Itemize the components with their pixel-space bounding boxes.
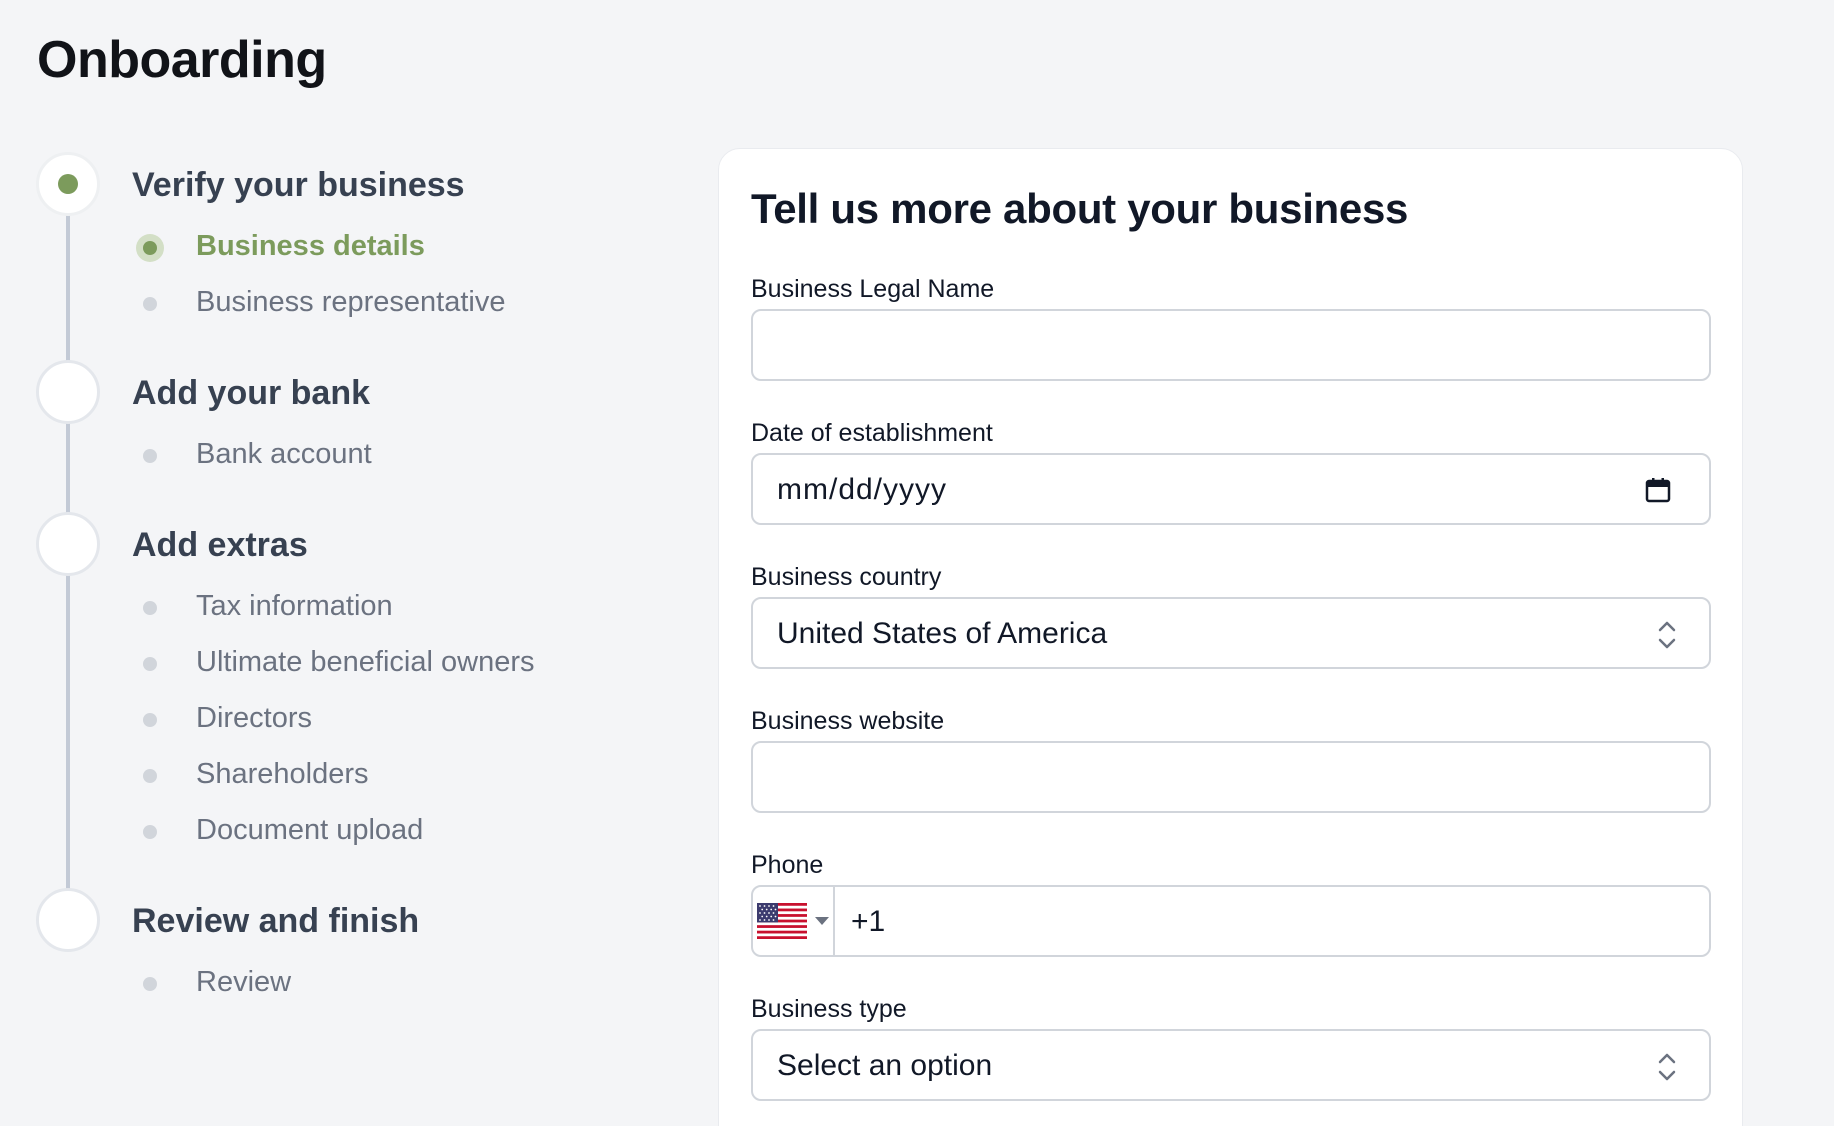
step-3-title[interactable]: Add extras: [132, 526, 308, 565]
step-1-title[interactable]: Verify your business: [132, 166, 465, 205]
substep-dot: [143, 713, 157, 727]
business-type-selected-value: Select an option: [777, 1049, 993, 1082]
country-label: Business country: [751, 563, 942, 591]
substep-label: Bank account: [196, 438, 372, 470]
up-down-chevron-icon: [1658, 621, 1676, 649]
phone-input[interactable]: +1: [751, 885, 1711, 957]
substep-label: Directors: [196, 702, 313, 734]
form-title: Tell us more about your business: [751, 185, 1409, 232]
substep-label: Business details: [196, 230, 425, 262]
step-2-indicator: [36, 360, 100, 424]
substep-dot: [143, 601, 157, 615]
phone-prefix: +1: [851, 905, 886, 938]
substep-dot: [143, 769, 157, 783]
stepper-rail-1: [66, 190, 70, 376]
substep-dot: [143, 825, 157, 839]
legal-name-label: Business Legal Name: [751, 275, 995, 303]
legal-name-input[interactable]: [751, 309, 1711, 381]
substep-label: Business representative: [196, 286, 506, 318]
substep-dot: [143, 449, 157, 463]
up-down-chevron-icon: [1658, 1053, 1676, 1081]
caret-down-icon: [815, 917, 829, 925]
establishment-date-input[interactable]: mm/dd/yyyy: [751, 453, 1711, 525]
stepper-rail-3: [66, 552, 70, 900]
calendar-icon[interactable]: [1645, 477, 1671, 503]
website-input[interactable]: [751, 741, 1711, 813]
substep-dot: [143, 977, 157, 991]
phone-label: Phone: [751, 851, 824, 879]
substep-label: Tax information: [196, 590, 393, 622]
onboarding-stepper: Verify your business Business details Bu…: [0, 0, 700, 1126]
step-1-active-dot: [58, 174, 78, 194]
step-1-indicator: [36, 152, 100, 216]
substep-label: Shareholders: [196, 758, 369, 790]
date-placeholder: mm/dd/yyyy: [777, 473, 948, 506]
substep-dot: [143, 657, 157, 671]
establishment-date-label: Date of establishment: [751, 419, 993, 447]
substep-active-dot: [136, 234, 164, 262]
substep-label: Review: [196, 966, 292, 998]
onboarding-page: Onboarding Verify your business Business…: [0, 0, 1834, 1126]
step-2-title[interactable]: Add your bank: [132, 374, 370, 413]
country-code-dropdown[interactable]: [753, 887, 835, 955]
substep-label: Document upload: [196, 814, 424, 846]
website-label: Business website: [751, 707, 945, 735]
step-3-indicator: [36, 512, 100, 576]
step-4-title[interactable]: Review and finish: [132, 902, 419, 941]
business-type-select[interactable]: Select an option: [751, 1029, 1711, 1101]
step-4-indicator: [36, 888, 100, 952]
country-selected-value: United States of America: [777, 617, 1108, 650]
substep-label: Ultimate beneficial owners: [196, 646, 535, 678]
business-form-card: Tell us more about your business Busines…: [718, 148, 1743, 1126]
us-flag-icon: [757, 903, 807, 939]
business-type-label: Business type: [751, 995, 907, 1023]
substep-dot: [143, 297, 157, 311]
country-select[interactable]: United States of America: [751, 597, 1711, 669]
